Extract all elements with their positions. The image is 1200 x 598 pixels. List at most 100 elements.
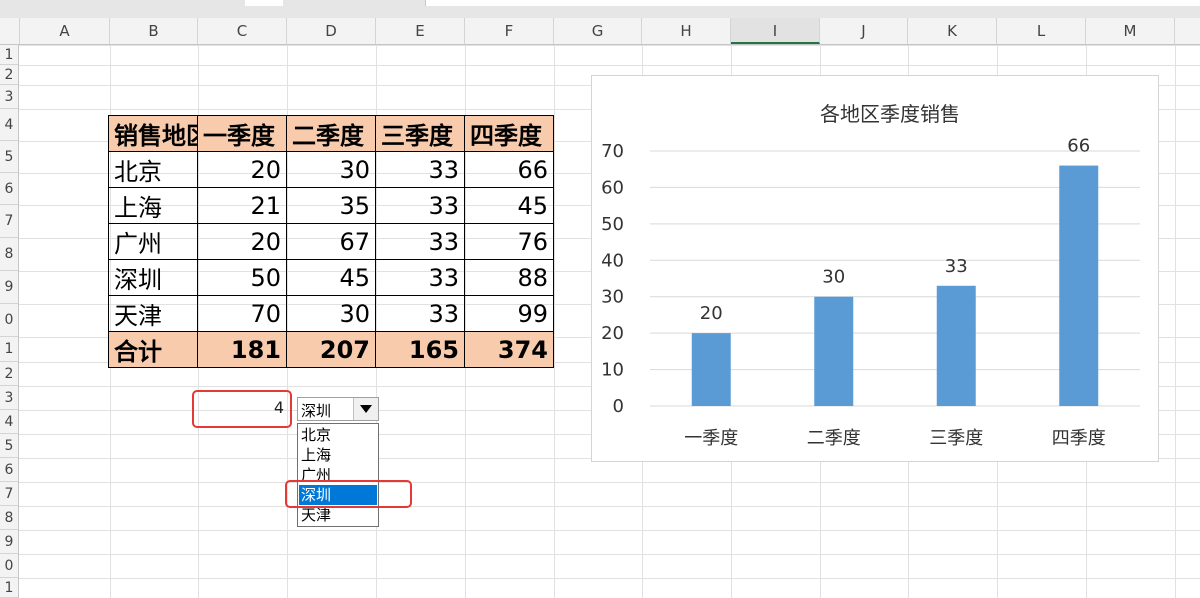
dropdown-option[interactable]: 北京 [299,425,377,445]
row-header[interactable]: 6 [0,173,18,205]
x-tick-label: 一季度 [684,428,738,449]
value-cell[interactable]: 30 [286,295,376,332]
column-header-i[interactable]: I [731,18,820,44]
value-cell[interactable]: 70 [197,295,287,332]
column-header-m[interactable]: M [1086,18,1175,44]
row-header[interactable]: 3 [0,386,18,410]
value-cell[interactable]: 67 [286,223,376,260]
column-header-b[interactable]: B [110,18,198,44]
bar [814,296,854,406]
linked-cell-highlight [192,390,292,428]
total-cell[interactable]: 374 [464,331,554,368]
row-header[interactable]: 2 [0,65,18,85]
value-cell[interactable]: 88 [464,259,554,296]
region-cell[interactable]: 广州 [108,223,198,260]
region-combo-box[interactable]: 深圳 [297,397,379,421]
value-cell[interactable]: 35 [286,187,376,224]
row-header[interactable]: 0 [0,554,18,578]
header-cell[interactable]: 三季度 [375,115,465,152]
combo-selected-value: 深圳 [301,402,332,420]
region-cell[interactable]: 深圳 [108,259,198,296]
total-cell[interactable]: 181 [197,331,287,368]
selected-option-highlight [285,480,412,508]
row-header[interactable]: 5 [0,434,18,458]
value-cell[interactable]: 33 [375,295,465,332]
row-header[interactable]: 9 [0,530,18,554]
region-cell[interactable]: 天津 [108,295,198,332]
y-tick-label: 20 [601,323,624,344]
column-header-k[interactable]: K [908,18,997,44]
row-header[interactable]: 1 [0,578,18,598]
grid-column-line [554,45,555,598]
column-header-c[interactable]: C [198,18,287,44]
bar [691,333,731,406]
column-header-d[interactable]: D [287,18,376,44]
column-header-g[interactable]: G [554,18,642,44]
value-cell[interactable]: 30 [286,151,376,188]
header-cell[interactable]: 销售地区 [108,115,198,152]
y-tick-label: 60 [601,177,624,198]
row-header[interactable]: 3 [0,85,18,109]
value-cell[interactable]: 76 [464,223,554,260]
column-header-h[interactable]: H [642,18,731,44]
bar [936,285,976,406]
value-cell[interactable]: 66 [464,151,554,188]
row-header[interactable]: 0 [0,304,18,337]
formula-bar-area [425,0,1200,6]
row-header[interactable]: 1 [0,337,18,362]
value-cell[interactable]: 45 [464,187,554,224]
row-header[interactable]: 6 [0,458,18,482]
row-header[interactable]: 8 [0,238,18,271]
row-header[interactable]: 2 [0,362,18,386]
y-tick-label: 40 [601,250,624,271]
column-header-j[interactable]: J [820,18,908,44]
combo-dropdown-button[interactable] [353,398,378,420]
value-cell[interactable]: 33 [375,187,465,224]
table-row: 上海 21 35 33 45 [108,187,554,224]
x-tick-label: 二季度 [807,428,861,449]
column-header-a[interactable]: A [20,18,110,44]
value-cell[interactable]: 50 [197,259,287,296]
header-cell[interactable]: 一季度 [197,115,287,152]
dropdown-option[interactable]: 上海 [299,445,377,465]
row-header[interactable]: 5 [0,141,18,173]
sales-chart[interactable]: 各地区季度销售 0 10 20 30 40 50 60 70 20 一季度 30 二季度 33 三季度 66… [591,75,1159,462]
row-header[interactable]: 4 [0,109,18,141]
grid-row-line [19,530,1200,531]
header-cell[interactable]: 四季度 [464,115,554,152]
total-cell[interactable]: 165 [375,331,465,368]
value-cell[interactable]: 99 [464,295,554,332]
header-cell[interactable]: 二季度 [286,115,376,152]
row-header[interactable]: 1 [0,45,18,65]
row-header[interactable]: 7 [0,482,18,506]
data-label: 66 [1067,136,1090,157]
row-header[interactable]: 8 [0,506,18,530]
value-cell[interactable]: 45 [286,259,376,296]
row-header[interactable]: 7 [0,205,18,238]
value-cell[interactable]: 21 [197,187,287,224]
select-all-corner[interactable] [0,18,20,44]
column-header-f[interactable]: F [465,18,554,44]
total-label-cell[interactable]: 合计 [108,331,198,368]
y-tick-label: 30 [601,287,624,308]
tab-strip-segment [245,0,283,6]
column-header-e[interactable]: E [376,18,465,44]
row-header[interactable]: 9 [0,271,18,304]
value-cell[interactable]: 33 [375,259,465,296]
value-cell[interactable]: 20 [197,223,287,260]
dropdown-option[interactable]: 天津 [299,505,377,525]
row-header[interactable]: 4 [0,410,18,434]
column-header-l[interactable]: L [997,18,1086,44]
value-cell[interactable]: 20 [197,151,287,188]
table-row: 天津 70 30 33 99 [108,295,554,332]
combo-dropdown-list[interactable]: 北京 上海 广州 深圳 天津 [297,423,379,527]
total-row: 合计 181 207 165 374 [108,331,554,368]
x-tick-label: 四季度 [1052,428,1106,449]
region-cell[interactable]: 上海 [108,187,198,224]
total-cell[interactable]: 207 [286,331,376,368]
value-cell[interactable]: 33 [375,151,465,188]
grid-row-line [19,578,1200,579]
value-cell[interactable]: 33 [375,223,465,260]
region-cell[interactable]: 北京 [108,151,198,188]
y-tick-label: 0 [613,396,624,417]
